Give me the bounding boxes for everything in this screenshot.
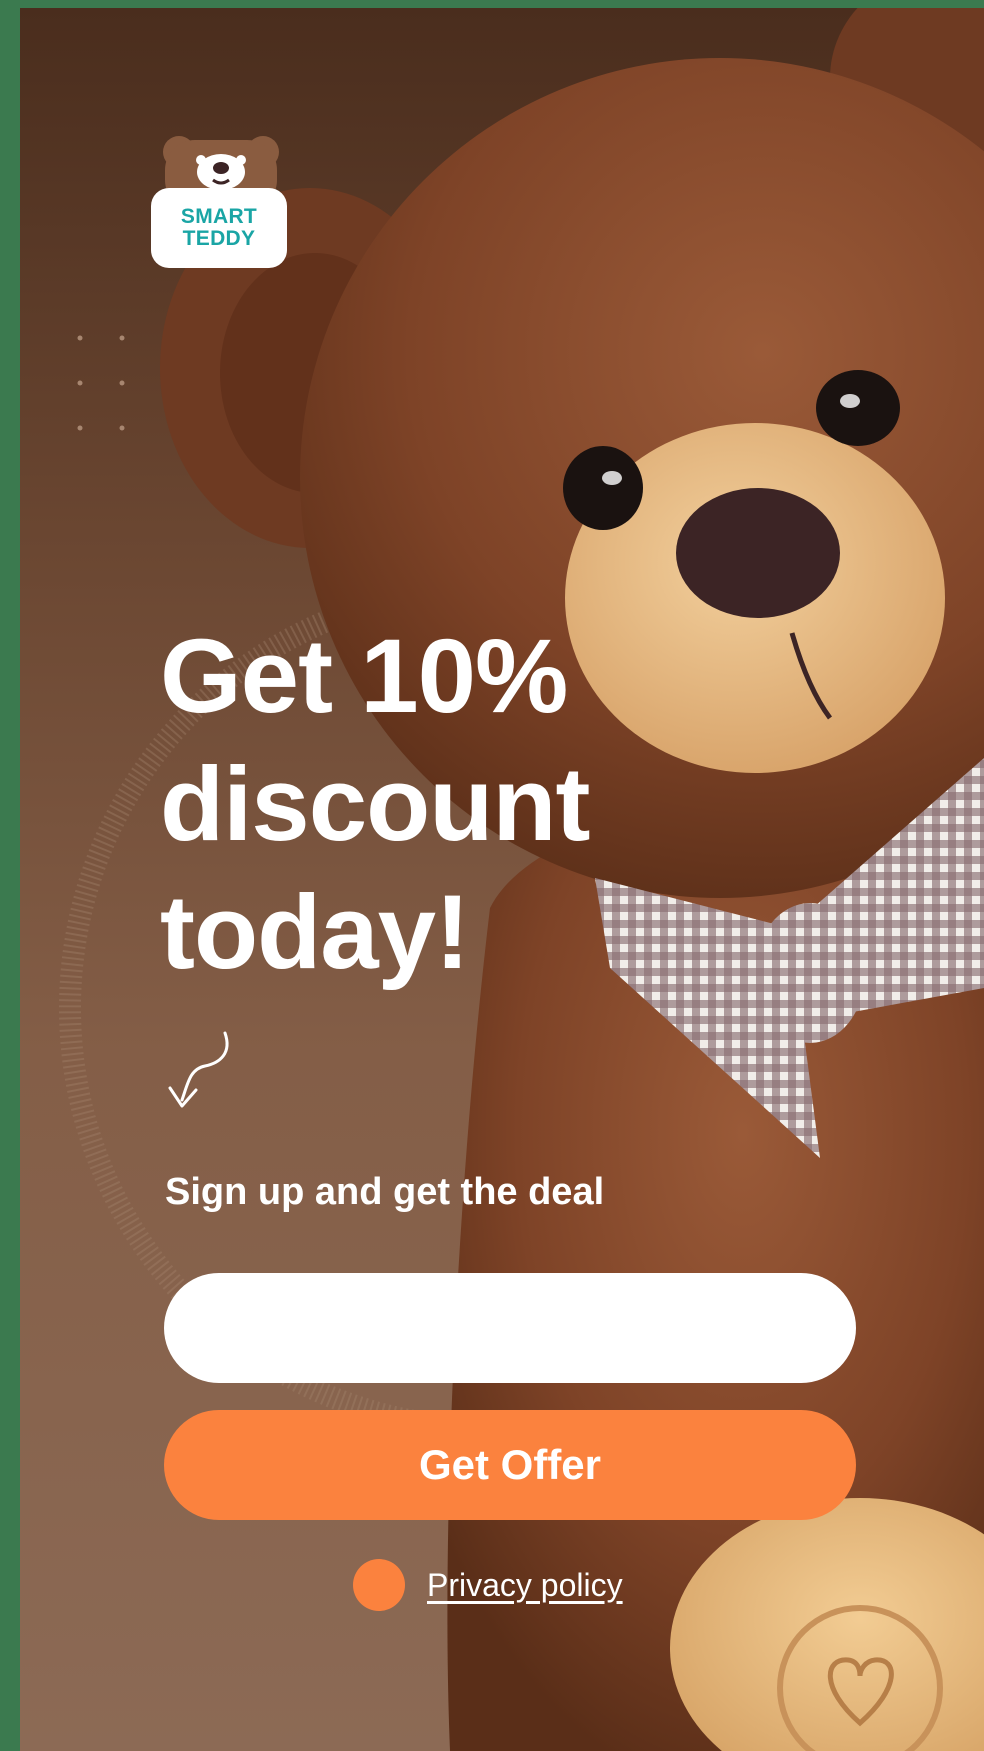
- logo-word-smart: SMART: [180, 205, 258, 228]
- headline-line-3: today!: [160, 874, 470, 991]
- promo-screen: SMART TEDDY Get 10% discount today! Sign…: [20, 8, 984, 1751]
- get-offer-button[interactable]: Get Offer: [164, 1410, 856, 1520]
- headline: Get 10% discount today!: [160, 613, 780, 997]
- headline-line-1: Get 10%: [160, 618, 568, 735]
- email-input[interactable]: [164, 1273, 856, 1383]
- signup-prompt: Sign up and get the deal: [165, 1171, 605, 1213]
- logo-badge: SMART TEDDY: [151, 188, 287, 268]
- brand-logo[interactable]: SMART TEDDY: [151, 130, 291, 275]
- privacy-dot-icon: [353, 1559, 405, 1611]
- curly-down-arrow-icon: [168, 1031, 229, 1108]
- decorative-dots: [77, 335, 125, 431]
- headline-line-2: discount: [160, 746, 590, 863]
- privacy-policy-link[interactable]: Privacy policy: [427, 1567, 623, 1604]
- privacy-row: Privacy policy: [353, 1559, 623, 1611]
- logo-word-teddy: TEDDY: [182, 227, 256, 250]
